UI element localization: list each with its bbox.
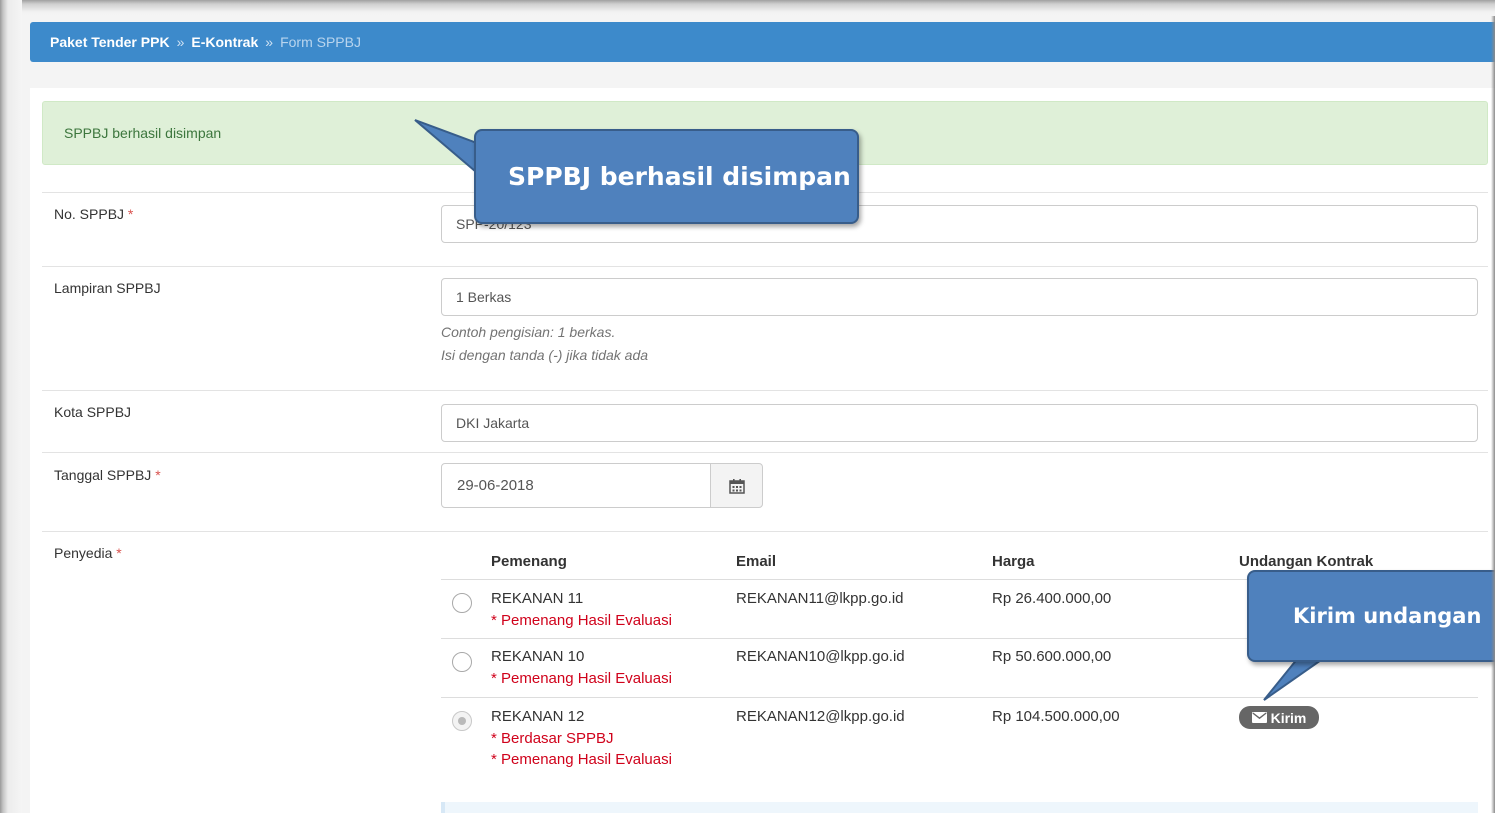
lampiran-help-line-2: Isi dengan tanda (-) jika tidak ada xyxy=(441,347,649,363)
no-sppbj-label: No. SPPBJ * xyxy=(54,206,133,222)
column-header-email: Email xyxy=(736,553,777,570)
tanggal-sppbj-label-text: Tanggal SPPBJ xyxy=(54,467,152,483)
info-box xyxy=(441,802,1478,813)
table-cell-pemenang: REKANAN 12 xyxy=(491,708,585,725)
frame-right-shadow xyxy=(1491,16,1495,813)
kota-sppbj-input[interactable]: DKI Jakarta xyxy=(441,404,1478,442)
frame-left-shadow xyxy=(0,0,22,813)
column-header-undangan-kontrak: Undangan Kontrak xyxy=(1239,553,1374,570)
lampiran-sppbj-value: 1 Berkas xyxy=(456,289,512,305)
table-cell-harga: Rp 50.600.000,00 xyxy=(992,648,1112,665)
breadcrumb-paket-tender-ppk[interactable]: Paket Tender PPK xyxy=(50,34,170,50)
table-cell-harga: Rp 26.400.000,00 xyxy=(992,590,1112,607)
table-cell-pemenang: REKANAN 11 xyxy=(491,590,584,607)
table-cell-pemenang: REKANAN 10 xyxy=(491,648,585,665)
breadcrumb-e-kontrak[interactable]: E-Kontrak xyxy=(191,34,258,50)
table-cell-email: REKANAN11@lkpp.go.id xyxy=(736,590,904,607)
envelope-icon xyxy=(1251,712,1267,723)
pemenang-note: * Pemenang Hasil Evaluasi xyxy=(491,612,672,629)
breadcrumb: Paket Tender PPK » E-Kontrak » Form SPPB… xyxy=(30,22,1495,62)
column-header-harga: Harga xyxy=(992,553,1035,570)
tanggal-sppbj-label: Tanggal SPPBJ * xyxy=(54,467,161,483)
required-mark: * xyxy=(155,467,161,483)
callout-send: Kirim undangan xyxy=(1247,570,1495,662)
penyedia-label: Penyedia * xyxy=(54,545,122,561)
row-divider xyxy=(42,266,1488,267)
required-mark: * xyxy=(116,545,122,561)
table-cell-harga: Rp 104.500.000,00 xyxy=(992,708,1120,725)
tanggal-sppbj-value: 29-06-2018 xyxy=(457,477,534,494)
row-divider xyxy=(42,531,1488,532)
tanggal-sppbj-input[interactable]: 29-06-2018 xyxy=(441,463,711,508)
date-picker-button[interactable] xyxy=(710,463,763,508)
select-radio-rekanan-12[interactable] xyxy=(452,711,472,731)
callout-saved-text: SPPBJ berhasil disimpan xyxy=(508,162,851,191)
penyedia-label-text: Penyedia xyxy=(54,545,113,561)
breadcrumb-form-sppbj: Form SPPBJ xyxy=(280,34,361,50)
pemenang-note: * Pemenang Hasil Evaluasi xyxy=(491,751,672,768)
breadcrumb-separator: » xyxy=(265,34,274,50)
lampiran-sppbj-label: Lampiran SPPBJ xyxy=(54,280,161,296)
select-radio-rekanan-10[interactable] xyxy=(452,652,472,672)
berdasar-sppbj-note: * Berdasar SPPBJ xyxy=(491,730,614,747)
calendar-icon xyxy=(728,478,745,494)
kota-sppbj-label: Kota SPPBJ xyxy=(54,404,132,420)
no-sppbj-label-text: No. SPPBJ xyxy=(54,206,125,222)
lampiran-sppbj-input[interactable]: 1 Berkas xyxy=(441,278,1478,316)
kirim-button-label: Kirim xyxy=(1270,709,1307,726)
lampiran-help-line-1: Contoh pengisian: 1 berkas. xyxy=(441,324,616,340)
frame-top-shadow xyxy=(0,0,1495,16)
pemenang-note: * Pemenang Hasil Evaluasi xyxy=(491,670,672,687)
callout-send-text: Kirim undangan xyxy=(1293,604,1482,628)
kota-sppbj-value: DKI Jakarta xyxy=(456,415,530,431)
callout-saved: SPPBJ berhasil disimpan xyxy=(474,129,859,224)
column-header-pemenang: Pemenang xyxy=(491,553,567,570)
breadcrumb-separator: » xyxy=(176,34,185,50)
required-mark: * xyxy=(127,206,134,222)
select-radio-rekanan-11[interactable] xyxy=(452,593,472,613)
row-divider xyxy=(42,452,1488,453)
row-divider xyxy=(42,390,1488,391)
success-alert-text: SPPBJ berhasil disimpan xyxy=(64,125,222,141)
table-cell-email: REKANAN10@lkpp.go.id xyxy=(736,648,905,665)
kirim-button[interactable]: Kirim xyxy=(1239,706,1319,729)
table-cell-email: REKANAN12@lkpp.go.id xyxy=(736,708,905,725)
